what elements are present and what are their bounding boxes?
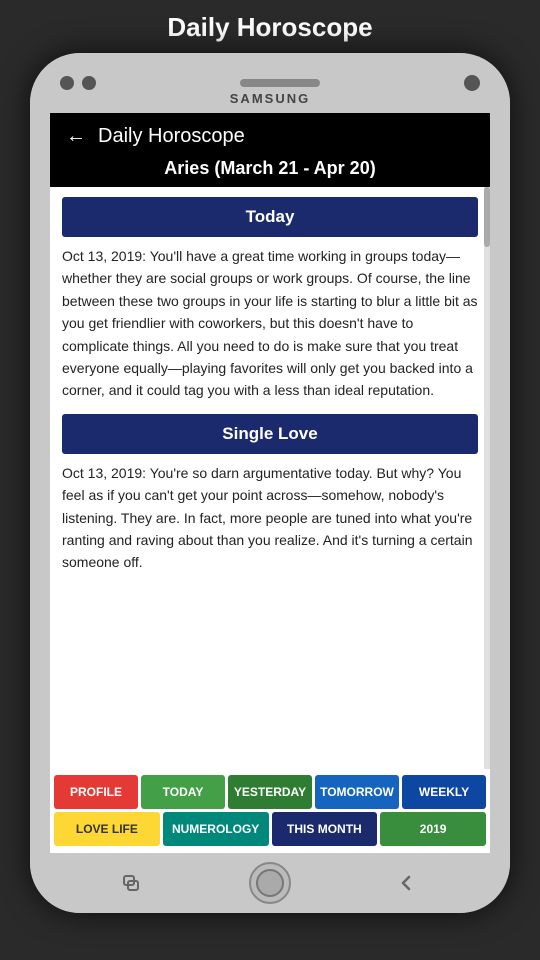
nav-row-2: LOVE LIFE NUMEROLOGY THIS MONTH 2019 xyxy=(54,812,486,846)
samsung-label: SAMSUNG xyxy=(30,91,510,106)
today-text: Oct 13, 2019: You'll have a great time w… xyxy=(62,245,478,402)
nav-row-1: PROFILE TODAY YESTERDAY TOMORROW WEEKLY xyxy=(54,775,486,809)
bottom-nav: PROFILE TODAY YESTERDAY TOMORROW WEEKLY … xyxy=(50,769,490,853)
scrollbar-thumb[interactable] xyxy=(484,187,490,247)
back-hardware-icon[interactable] xyxy=(392,873,420,893)
today-header: Today xyxy=(62,197,478,237)
nav-today[interactable]: TODAY xyxy=(141,775,225,809)
screen-wrapper: Daily Horoscope SAMSUNG ← Daily Horoscop… xyxy=(0,0,540,960)
zodiac-subtitle: Aries (March 21 - Apr 20) xyxy=(66,158,474,179)
content-area: Today Oct 13, 2019: You'll have a great … xyxy=(50,187,490,769)
back-button[interactable]: ← xyxy=(66,125,86,148)
app-header-title: Daily Horoscope xyxy=(98,125,245,148)
phone-frame: SAMSUNG ← Daily Horoscope Aries (March 2… xyxy=(30,53,510,913)
recent-apps-icon[interactable] xyxy=(120,873,148,893)
nav-love-life[interactable]: LOVE LIFE xyxy=(54,812,160,846)
app-header-row: ← Daily Horoscope xyxy=(66,125,474,148)
camera-group xyxy=(60,76,96,90)
single-love-text: Oct 13, 2019: You're so darn argumentati… xyxy=(62,462,478,574)
nav-2019[interactable]: 2019 xyxy=(380,812,486,846)
nav-weekly[interactable]: WEEKLY xyxy=(402,775,486,809)
phone-bottom-bar xyxy=(30,853,510,913)
speaker-bar xyxy=(240,79,320,87)
phone-screen: ← Daily Horoscope Aries (March 21 - Apr … xyxy=(50,113,490,853)
single-love-header: Single Love xyxy=(62,414,478,454)
home-button-inner xyxy=(256,869,284,897)
front-camera xyxy=(464,75,480,91)
nav-this-month[interactable]: THIS MONTH xyxy=(272,812,378,846)
home-button[interactable] xyxy=(249,862,291,904)
nav-profile[interactable]: PROFILE xyxy=(54,775,138,809)
nav-yesterday[interactable]: YESTERDAY xyxy=(228,775,312,809)
page-title: Daily Horoscope xyxy=(0,0,540,53)
camera-dot-1 xyxy=(60,76,74,90)
scrollbar-track[interactable] xyxy=(484,187,490,769)
nav-tomorrow[interactable]: TOMORROW xyxy=(315,775,399,809)
camera-dot-2 xyxy=(82,76,96,90)
nav-numerology[interactable]: NUMEROLOGY xyxy=(163,812,269,846)
app-header: ← Daily Horoscope Aries (March 21 - Apr … xyxy=(50,113,490,187)
